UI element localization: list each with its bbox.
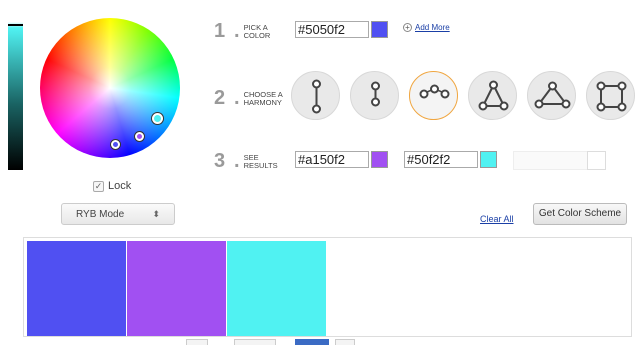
analogous-icon	[419, 84, 450, 99]
palette-swatch-1[interactable]	[27, 241, 126, 336]
step-2-dot: .	[234, 87, 240, 109]
add-more-label: Add More	[415, 23, 450, 32]
wheel-handle-second[interactable]	[135, 132, 144, 141]
select-arrows-icon: ⬍	[152, 208, 160, 219]
color-wheel[interactable]	[40, 18, 180, 158]
harmony-complementary-button[interactable]	[291, 71, 340, 120]
step-1-number: 1	[214, 20, 226, 42]
triadic-icon	[478, 80, 509, 111]
step-3: 3 . SEE RESULTS	[214, 150, 294, 173]
result-2-swatch[interactable]	[480, 151, 497, 168]
mode-select[interactable]: RYB Mode ⬍	[61, 203, 175, 225]
lock-label: Lock	[108, 180, 132, 192]
lock-toggle[interactable]: ✓ Lock	[93, 180, 131, 192]
square-icon	[596, 81, 627, 112]
primary-hex-input[interactable]	[295, 21, 369, 38]
clear-all-link[interactable]: Clear All	[480, 214, 514, 224]
harmony-split-complementary-button[interactable]	[350, 71, 399, 120]
wheel-handle-third[interactable]	[152, 113, 163, 124]
primary-swatch[interactable]	[371, 21, 388, 38]
wheel-handle-primary[interactable]	[111, 140, 120, 149]
palette-swatch-2[interactable]	[127, 241, 226, 336]
harmony-square-button[interactable]	[586, 71, 635, 120]
plus-icon: +	[403, 23, 412, 32]
step-3-dot: .	[234, 150, 240, 172]
step-3-number: 3	[214, 150, 226, 172]
harmony-analogous-button[interactable]	[409, 71, 458, 120]
step-1: 1 . PICK A COLOR	[214, 20, 294, 43]
empty-result-swatch	[587, 151, 606, 170]
add-more-link[interactable]: + Add More	[403, 23, 450, 32]
split-complementary-icon	[371, 81, 380, 107]
footer-button-1[interactable]	[186, 339, 208, 345]
result-1-hex-input[interactable]	[295, 151, 369, 168]
step-1-dot: .	[234, 20, 240, 42]
results-palette	[23, 237, 632, 337]
step-2-label: CHOOSE A HARMONY	[243, 89, 283, 107]
get-color-scheme-button[interactable]: Get Color Scheme	[533, 203, 627, 225]
footer-button-2[interactable]	[234, 339, 276, 345]
footer-button-3[interactable]	[295, 339, 329, 345]
palette-swatch-3[interactable]	[227, 241, 326, 336]
step-3-label: SEE RESULTS	[243, 152, 278, 170]
brightness-slider[interactable]	[8, 22, 23, 170]
lock-checkbox[interactable]: ✓	[93, 180, 104, 192]
harmony-triadic-alt-button[interactable]	[527, 71, 576, 120]
mode-select-label: RYB Mode	[76, 208, 125, 220]
brightness-slider-handle[interactable]	[8, 24, 23, 26]
step-2-number: 2	[214, 87, 226, 109]
footer-button-4[interactable]	[335, 339, 355, 345]
triangle-icon	[534, 81, 571, 109]
result-2-hex-input[interactable]	[404, 151, 478, 168]
harmony-triadic-button[interactable]	[468, 71, 517, 120]
complementary-icon	[312, 79, 321, 114]
step-1-label: PICK A COLOR	[243, 22, 271, 40]
step-2: 2 . CHOOSE A HARMONY	[214, 87, 294, 110]
result-1-swatch[interactable]	[371, 151, 388, 168]
